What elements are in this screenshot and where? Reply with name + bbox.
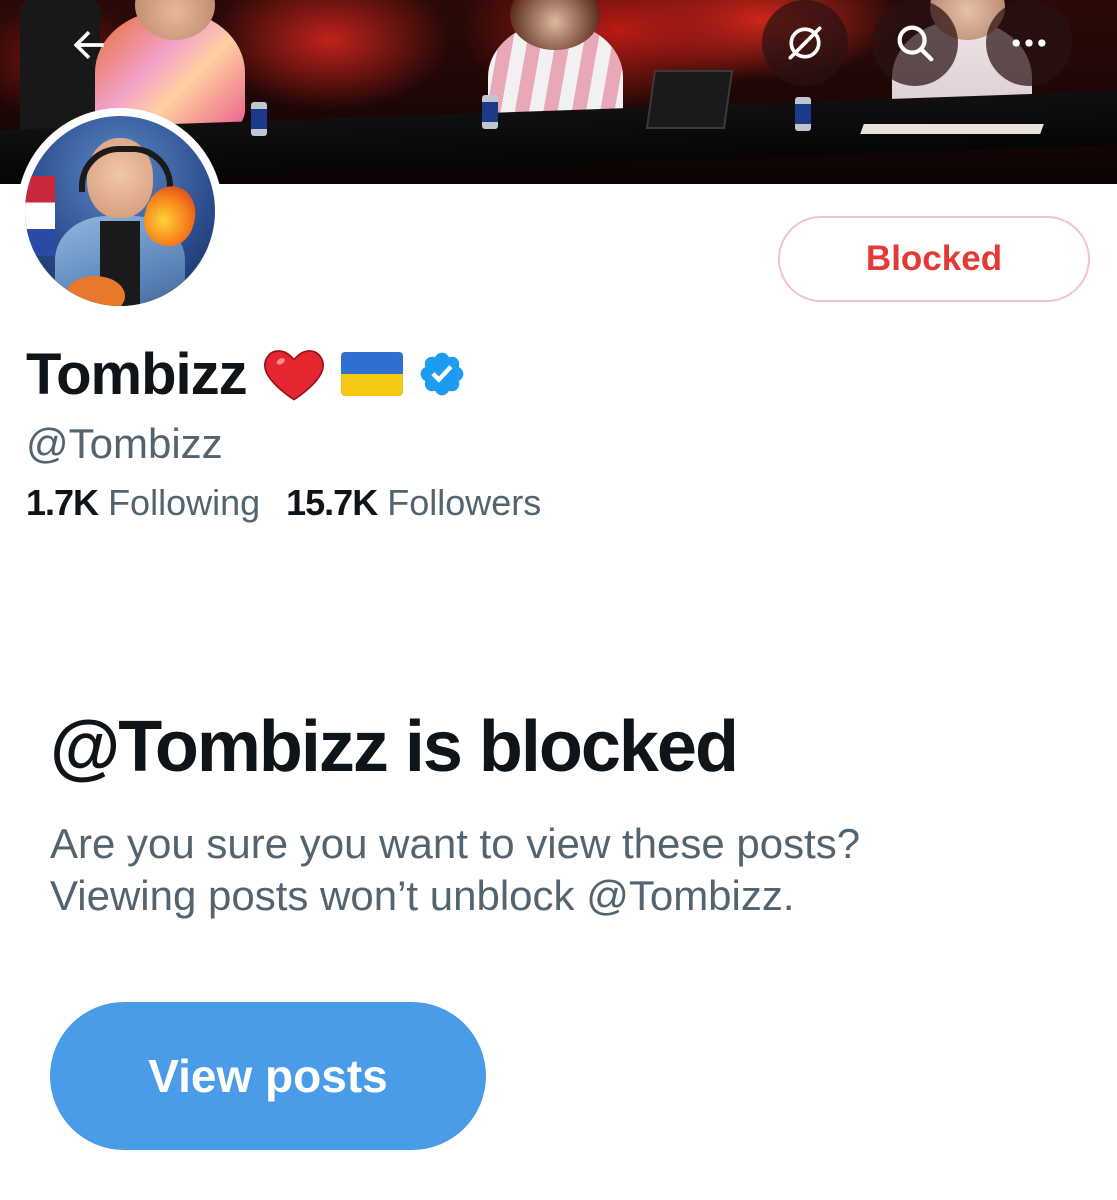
more-options-button[interactable] (986, 0, 1072, 86)
more-horizontal-icon (1012, 39, 1046, 47)
banner-can (795, 97, 811, 131)
following-label: Following (108, 482, 261, 523)
blocked-notice-line-2: Viewing posts won’t unblock @Tombizz. (50, 872, 795, 919)
ukraine-flag-icon (340, 352, 403, 396)
banner-can (251, 102, 267, 136)
followers-stat[interactable]: 15.7K Followers (286, 482, 541, 524)
followers-label: Followers (387, 482, 542, 523)
followers-count: 15.7K (286, 482, 378, 523)
display-name: Tombizz (26, 341, 248, 407)
display-name-row: Tombizz (26, 336, 467, 412)
profile-stats: 1.7K Following 15.7K Followers (26, 482, 541, 524)
back-button[interactable] (46, 2, 132, 88)
profile-handle: @Tombizz (26, 420, 223, 467)
blocked-notice-description: Are you sure you want to view these post… (50, 818, 1050, 922)
view-posts-button[interactable]: View posts (50, 1002, 486, 1150)
following-stat[interactable]: 1.7K Following (26, 482, 260, 524)
banner-can (482, 95, 498, 129)
blocked-button[interactable]: Blocked (778, 216, 1090, 302)
avatar-flag-backdrop (25, 176, 55, 256)
following-count: 1.7K (26, 482, 99, 523)
verified-badge-icon[interactable] (417, 349, 467, 399)
arrow-left-icon (73, 30, 104, 60)
profile-avatar[interactable] (17, 108, 223, 314)
avatar-image (25, 116, 215, 306)
banner-notebook (860, 124, 1044, 134)
heart-emoji-icon (263, 350, 324, 401)
blocked-notice-title: @Tombizz is blocked (50, 707, 739, 787)
banner-tablet (645, 70, 734, 129)
search-button[interactable] (872, 0, 958, 86)
eye-slash-icon (788, 26, 822, 60)
blocked-notice-line-1: Are you sure you want to view these post… (50, 820, 861, 867)
search-icon (897, 25, 934, 62)
hide-posts-button[interactable] (762, 0, 848, 86)
